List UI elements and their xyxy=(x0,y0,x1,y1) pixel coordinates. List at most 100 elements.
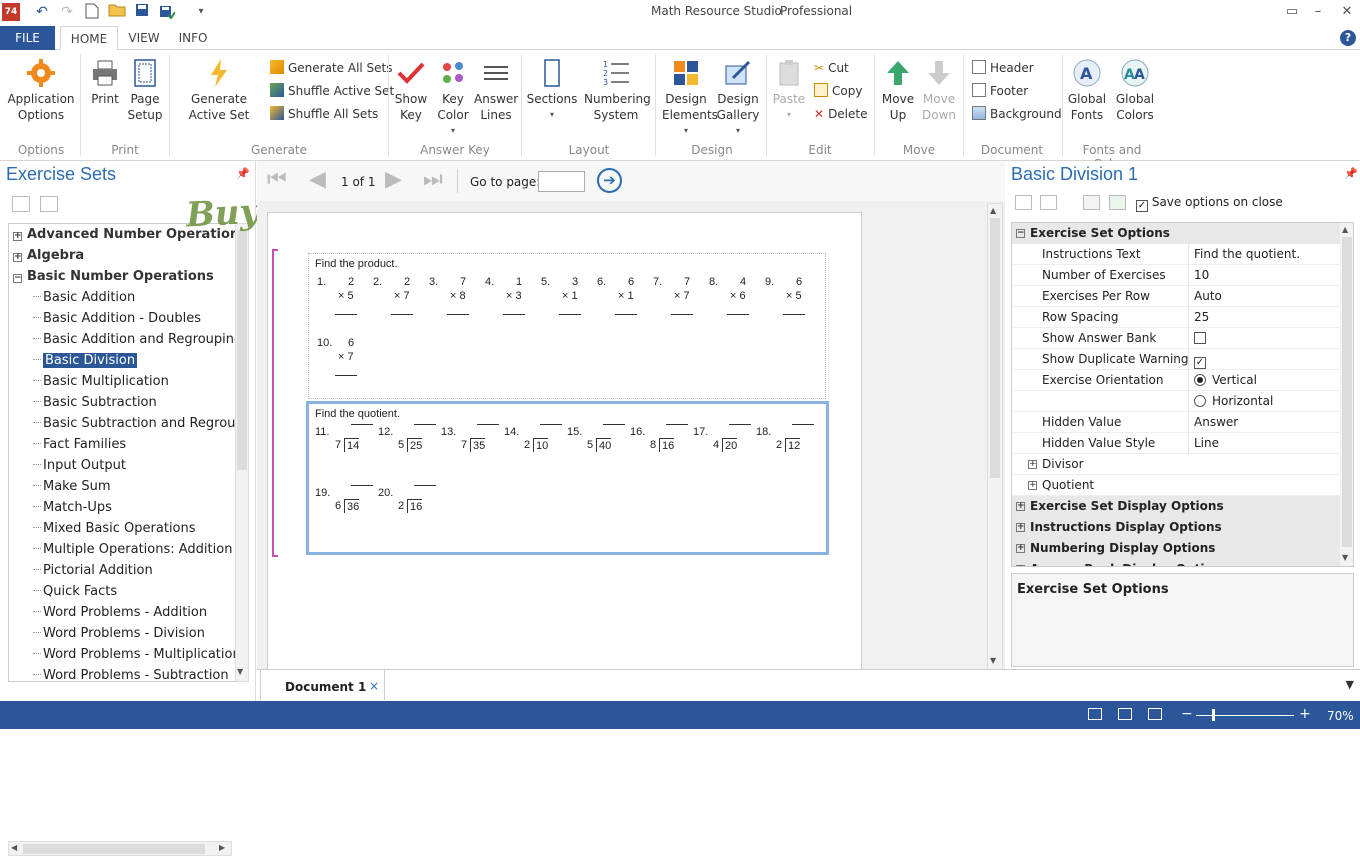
expand-icon[interactable]: + xyxy=(13,253,22,262)
help-icon[interactable]: ? xyxy=(1340,30,1356,46)
expand-icon[interactable]: + xyxy=(1028,460,1037,469)
property-row[interactable]: Show Duplicate Warning ✓ xyxy=(1012,349,1340,370)
property-row[interactable]: Number of Exercises 10 xyxy=(1012,265,1340,286)
customize-toolbar-icon[interactable]: ▾ xyxy=(192,3,210,21)
web-layout-icon[interactable] xyxy=(1148,708,1162,720)
zoom-in-icon[interactable]: + xyxy=(1299,706,1311,722)
generate-all-sets-button[interactable]: Generate All Sets xyxy=(270,60,393,76)
property-row[interactable]: Hidden Value Style Line xyxy=(1012,433,1340,454)
tree-category[interactable]: + Algebra xyxy=(13,246,84,266)
scroll-up-icon[interactable]: ▲ xyxy=(990,206,996,215)
tree-item[interactable]: Word Problems - Addition xyxy=(33,603,207,623)
property-value[interactable]: Find the quotient. xyxy=(1194,244,1300,265)
scroll-down-icon[interactable]: ▼ xyxy=(237,667,243,676)
answer-lines-button[interactable]: Answer Lines xyxy=(474,58,518,123)
design-gallery-button[interactable]: Design Gallery ▾ xyxy=(714,58,762,139)
print-button[interactable]: Print xyxy=(86,58,124,107)
tab-file[interactable]: FILE xyxy=(0,26,55,50)
save-options-icon[interactable] xyxy=(1109,195,1126,210)
property-row[interactable]: Show Answer Bank xyxy=(1012,328,1340,349)
property-category[interactable]: + Exercise Set Display Options xyxy=(1012,496,1340,517)
zoom-slider[interactable] xyxy=(1196,715,1294,716)
show-key-button[interactable]: Show Key xyxy=(392,58,430,123)
tree-item[interactable]: Quick Facts xyxy=(33,582,117,602)
goto-arrow-icon[interactable]: ➔ xyxy=(597,168,622,193)
save-options-checkbox[interactable]: ✓ Save options on close xyxy=(1136,195,1283,212)
global-colors-button[interactable]: AA Global Colors xyxy=(1113,58,1157,123)
save-icon[interactable] xyxy=(133,3,151,21)
scroll-thumb[interactable] xyxy=(990,218,1000,478)
copy-button[interactable]: Copy xyxy=(814,83,862,99)
property-value[interactable]: 10 xyxy=(1194,265,1209,286)
scroll-up-icon[interactable]: ▲ xyxy=(1342,225,1348,234)
cut-button[interactable]: ✂ Cut xyxy=(814,60,849,76)
delete-button[interactable]: ✕ Delete xyxy=(814,106,868,122)
tree-item[interactable]: Mixed Basic Operations xyxy=(33,519,196,539)
tree-item[interactable]: Word Problems - Multiplication xyxy=(33,645,235,665)
key-color-button[interactable]: Key Color ▾ xyxy=(434,58,472,139)
ribbon-display-icon[interactable]: ▭ xyxy=(1281,2,1303,22)
expand-icon[interactable]: + xyxy=(1016,544,1025,553)
expand-icon[interactable]: + xyxy=(1028,481,1037,490)
move-down-button[interactable]: Move Down xyxy=(919,58,959,123)
expand-icon[interactable]: + xyxy=(1016,502,1025,511)
scroll-down-icon[interactable]: ▼ xyxy=(1342,553,1348,562)
property-row[interactable]: + Quotient xyxy=(1012,475,1340,496)
global-fonts-button[interactable]: A Global Fonts xyxy=(1066,58,1108,123)
property-value[interactable]: Answer xyxy=(1194,412,1238,433)
tree-item[interactable]: Basic Division xyxy=(33,351,138,371)
tree-item[interactable]: Multiple Operations: Addition Su xyxy=(33,540,235,560)
goto-page-input[interactable] xyxy=(538,171,585,192)
numbering-system-button[interactable]: 123 Numbering System xyxy=(584,58,651,123)
scroll-down-icon[interactable]: ▼ xyxy=(990,656,996,665)
first-page-icon[interactable]: ⏮ xyxy=(267,167,287,192)
tree-item[interactable]: Pictorial Addition xyxy=(33,561,153,581)
tree-item[interactable]: Word Problems - Subtraction xyxy=(33,666,229,681)
property-value[interactable]: Line xyxy=(1194,433,1219,454)
full-screen-icon[interactable] xyxy=(1118,708,1132,720)
property-category[interactable]: + Numbering Display Options xyxy=(1012,538,1340,559)
tab-list-dropdown-icon[interactable]: ▼ xyxy=(1346,678,1354,691)
tree-item[interactable]: Basic Addition xyxy=(33,288,135,308)
next-page-icon[interactable]: ▶ xyxy=(385,167,402,192)
close-tab-icon[interactable]: × xyxy=(369,679,379,693)
header-button[interactable]: Header xyxy=(972,60,1034,76)
tree-item[interactable]: Make Sum xyxy=(33,477,111,497)
collapse-icon[interactable]: − xyxy=(13,274,22,283)
redo-icon[interactable]: ↷ xyxy=(58,3,76,21)
undo-icon[interactable]: ↶ xyxy=(33,3,51,21)
radio-button-icon[interactable] xyxy=(1194,395,1206,407)
new-document-icon[interactable] xyxy=(83,3,101,21)
property-row[interactable]: Row Spacing 25 xyxy=(1012,307,1340,328)
property-row[interactable]: Horizontal xyxy=(1012,391,1340,412)
tree-item[interactable]: Basic Addition - Doubles xyxy=(33,309,201,329)
generate-active-set-button[interactable]: Generate Active Set xyxy=(173,58,265,123)
scroll-left-icon[interactable]: ◀ xyxy=(11,843,17,852)
expand-icon[interactable]: + xyxy=(1016,565,1025,566)
tree-category[interactable]: − Basic Number Operations xyxy=(13,267,214,287)
page-setup-button[interactable]: Page Setup xyxy=(126,58,164,123)
tree-item[interactable]: Match-Ups xyxy=(33,498,112,518)
property-value[interactable]: Auto xyxy=(1194,286,1222,307)
tree-item[interactable]: Basic Addition and Regrouping xyxy=(33,330,235,350)
expand-icon[interactable]: + xyxy=(1016,523,1025,532)
sections-button[interactable]: Sections ▾ xyxy=(526,58,578,123)
load-options-icon[interactable] xyxy=(1083,195,1100,210)
collapse-all-icon[interactable] xyxy=(12,196,30,212)
section-multiplication[interactable]: Find the product. 1. 2 × 5 2. 2 × 7 3. 7 × 8 4. 1 ×… xyxy=(308,253,826,399)
tree-vertical-scrollbar[interactable]: ▼ xyxy=(235,223,249,682)
app-icon[interactable]: 74 xyxy=(2,3,20,21)
scroll-thumb-h[interactable] xyxy=(23,844,205,854)
document-vertical-scrollbar[interactable]: ▲ ▼ xyxy=(987,203,1003,670)
property-value[interactable]: 25 xyxy=(1194,307,1209,328)
move-up-button[interactable]: Move Up xyxy=(879,58,917,123)
property-category[interactable]: − Exercise Set Options xyxy=(1012,223,1340,244)
scroll-thumb[interactable] xyxy=(1342,237,1352,547)
tab-info[interactable]: INFO xyxy=(172,26,214,51)
section-division[interactable]: Find the quotient. 11. 7 14 12. 5 25 13. 7 35 14.… xyxy=(306,401,829,555)
footer-button[interactable]: Footer xyxy=(972,83,1028,99)
zoom-out-icon[interactable]: − xyxy=(1181,706,1193,722)
property-category[interactable]: + Answer Bank Display Options xyxy=(1012,559,1340,566)
paste-button[interactable]: Paste ▾ xyxy=(770,58,808,123)
collapse-icon[interactable]: − xyxy=(1016,229,1025,238)
